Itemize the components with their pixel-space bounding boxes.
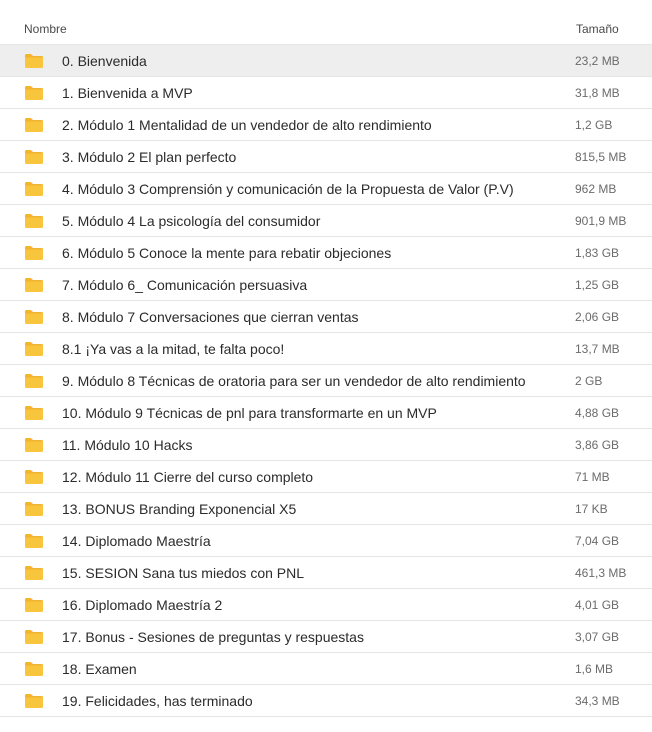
folder-size: 1,6 MB — [575, 662, 614, 676]
folder-icon — [25, 630, 43, 644]
folder-row[interactable]: 18. Examen 1,6 MB — [0, 653, 652, 685]
folder-size: 1,2 GB — [575, 118, 613, 132]
folder-name[interactable]: 13. BONUS Branding Exponencial X5 — [62, 501, 296, 517]
folder-icon — [25, 534, 43, 548]
folder-icon — [25, 406, 43, 420]
folder-size: 901,9 MB — [575, 214, 627, 228]
folder-icon — [25, 118, 43, 132]
folder-icon — [25, 214, 43, 228]
folder-name[interactable]: 1. Bienvenida a MVP — [62, 85, 193, 101]
folder-row[interactable]: 10. Módulo 9 Técnicas de pnl para transf… — [0, 397, 652, 429]
folder-icon — [25, 694, 43, 708]
folder-row[interactable]: 3. Módulo 2 El plan perfecto 815,5 MB — [0, 141, 652, 173]
folder-icon — [25, 374, 43, 388]
folder-row[interactable]: 17. Bonus - Sesiones de preguntas y resp… — [0, 621, 652, 653]
column-header-row: Nombre Tamaño — [0, 0, 652, 45]
folder-size: 23,2 MB — [575, 54, 620, 68]
folder-size: 962 MB — [575, 182, 617, 196]
folder-row[interactable]: 9. Módulo 8 Técnicas de oratoria para se… — [0, 365, 652, 397]
folder-row[interactable]: 8. Módulo 7 Conversaciones que cierran v… — [0, 301, 652, 333]
folder-size: 4,88 GB — [575, 406, 620, 420]
folder-icon — [25, 662, 43, 676]
folder-name[interactable]: 18. Examen — [62, 661, 137, 677]
folder-size: 2 GB — [575, 374, 603, 388]
folder-icon — [25, 598, 43, 612]
folder-name[interactable]: 15. SESION Sana tus miedos con PNL — [62, 565, 304, 581]
folder-row[interactable]: 16. Diplomado Maestría 2 4,01 GB — [0, 589, 652, 621]
folder-row[interactable]: 14. Diplomado Maestría 7,04 GB — [0, 525, 652, 557]
folder-row[interactable]: 12. Módulo 11 Cierre del curso completo 7… — [0, 461, 652, 493]
folder-name[interactable]: 7. Módulo 6_ Comunicación persuasiva — [62, 277, 307, 293]
folder-rows: 0. Bienvenida 23,2 MB 1. Bienvenida a MVP 3… — [0, 45, 652, 717]
folder-icon — [25, 566, 43, 580]
folder-name[interactable]: 2. Módulo 1 Mentalidad de un vendedor de… — [62, 117, 432, 133]
folder-row[interactable]: 1. Bienvenida a MVP 31,8 MB — [0, 77, 652, 109]
folder-row[interactable]: 8.1 ¡Ya vas a la mitad, te falta poco! 13… — [0, 333, 652, 365]
folder-size: 815,5 MB — [575, 150, 627, 164]
folder-name[interactable]: 8. Módulo 7 Conversaciones que cierran v… — [62, 309, 359, 325]
folder-name[interactable]: 11. Módulo 10 Hacks — [62, 437, 192, 453]
folder-icon — [25, 182, 43, 196]
folder-name[interactable]: 0. Bienvenida — [62, 53, 147, 69]
folder-icon — [25, 438, 43, 452]
folder-icon — [25, 54, 43, 68]
folder-row[interactable]: 2. Módulo 1 Mentalidad de un vendedor de… — [0, 109, 652, 141]
folder-icon — [25, 278, 43, 292]
folder-size: 17 KB — [575, 502, 608, 516]
folder-icon — [25, 246, 43, 260]
folder-name[interactable]: 8.1 ¡Ya vas a la mitad, te falta poco! — [62, 341, 284, 357]
folder-icon — [25, 502, 43, 516]
folder-size: 31,8 MB — [575, 86, 620, 100]
folder-size: 34,3 MB — [575, 694, 620, 708]
folder-row[interactable]: 5. Módulo 4 La psicología del consumidor… — [0, 205, 652, 237]
folder-size: 1,25 GB — [575, 278, 620, 292]
folder-name[interactable]: 16. Diplomado Maestría 2 — [62, 597, 222, 613]
folder-size: 3,07 GB — [575, 630, 620, 644]
folder-size: 71 MB — [575, 470, 610, 484]
folder-size: 2,06 GB — [575, 310, 620, 324]
folder-size: 1,83 GB — [575, 246, 620, 260]
folder-size: 461,3 MB — [575, 566, 627, 580]
folder-row[interactable]: 15. SESION Sana tus miedos con PNL 461,3 … — [0, 557, 652, 589]
folder-size: 13,7 MB — [575, 342, 620, 356]
folder-name[interactable]: 5. Módulo 4 La psicología del consumidor — [62, 213, 320, 229]
folder-row[interactable]: 6. Módulo 5 Conoce la mente para rebatir… — [0, 237, 652, 269]
folder-name[interactable]: 6. Módulo 5 Conoce la mente para rebatir… — [62, 245, 391, 261]
folder-row[interactable]: 4. Módulo 3 Comprensión y comunicación d… — [0, 173, 652, 205]
folder-size: 7,04 GB — [575, 534, 620, 548]
folder-size: 4,01 GB — [575, 598, 620, 612]
folder-icon — [25, 150, 43, 164]
folder-icon — [25, 342, 43, 356]
folder-name[interactable]: 19. Felicidades, has terminado — [62, 693, 253, 709]
folder-row[interactable]: 11. Módulo 10 Hacks 3,86 GB — [0, 429, 652, 461]
column-header-size[interactable]: Tamaño — [576, 22, 619, 36]
folder-name[interactable]: 14. Diplomado Maestría — [62, 533, 211, 549]
folder-name[interactable]: 12. Módulo 11 Cierre del curso completo — [62, 469, 313, 485]
folder-row[interactable]: 19. Felicidades, has terminado 34,3 MB — [0, 685, 652, 717]
folder-name[interactable]: 17. Bonus - Sesiones de preguntas y resp… — [62, 629, 364, 645]
folder-size: 3,86 GB — [575, 438, 620, 452]
folder-name[interactable]: 9. Módulo 8 Técnicas de oratoria para se… — [62, 373, 526, 389]
folder-row[interactable]: 7. Módulo 6_ Comunicación persuasiva 1,25… — [0, 269, 652, 301]
folder-row[interactable]: 0. Bienvenida 23,2 MB — [0, 45, 652, 77]
folder-row[interactable]: 13. BONUS Branding Exponencial X5 17 KB — [0, 493, 652, 525]
folder-icon — [25, 470, 43, 484]
folder-icon — [25, 310, 43, 324]
folder-name[interactable]: 4. Módulo 3 Comprensión y comunicación d… — [62, 181, 514, 197]
folder-name[interactable]: 10. Módulo 9 Técnicas de pnl para transf… — [62, 405, 437, 421]
file-list: Nombre Tamaño 0. Bienvenida 23,2 MB 1. Bie… — [0, 0, 652, 732]
folder-name[interactable]: 3. Módulo 2 El plan perfecto — [62, 149, 236, 165]
folder-icon — [25, 86, 43, 100]
column-header-name[interactable]: Nombre — [24, 22, 67, 36]
